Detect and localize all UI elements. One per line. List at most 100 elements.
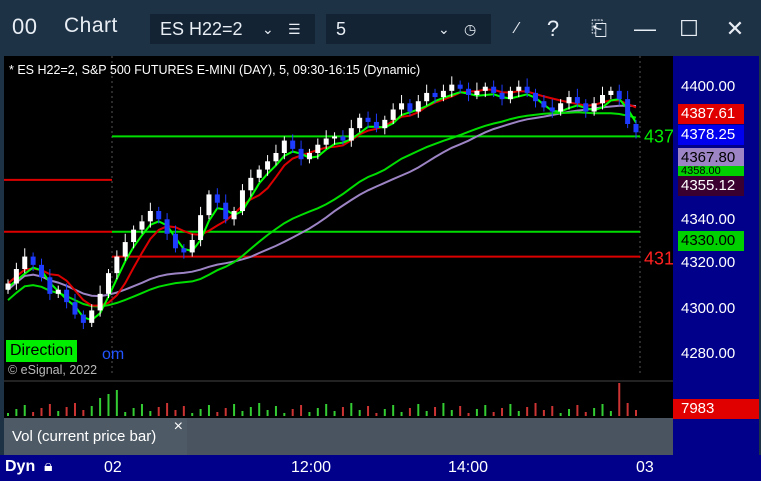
candle-body (13, 269, 19, 284)
volume-bar (48, 404, 51, 416)
volume-bar (15, 409, 18, 416)
price-axis[interactable]: 4400.00 4340.00 4320.00 4300.00 4280.00 … (673, 56, 759, 455)
volume-bar (584, 412, 587, 416)
candle-body (440, 90, 446, 98)
volume-bar (82, 410, 85, 416)
candle-body (365, 117, 371, 122)
list-icon[interactable]: ☰ (288, 14, 301, 44)
volume-bar (434, 407, 437, 416)
candle-body (38, 264, 44, 278)
candle-body (181, 248, 187, 253)
volume-bar (191, 413, 194, 416)
candle-body (558, 103, 564, 112)
draw-icon[interactable]: ∕ (500, 14, 534, 44)
candle-body (474, 90, 480, 95)
candle-body (306, 153, 312, 160)
volume-bar (576, 405, 579, 416)
volume-bar (618, 383, 621, 416)
chart-area[interactable]: 437 431 * ES H22=2, S&P 500 FUTURES E-MIN… (4, 56, 759, 455)
volume-bar (23, 405, 26, 416)
price-tag-red: 4387.61 (678, 104, 744, 124)
candle-body (147, 211, 153, 222)
volume-bar (224, 408, 227, 416)
ma-green-slow-line (7, 111, 637, 308)
volume-bar (107, 394, 110, 416)
candle-body (415, 101, 421, 112)
volume-bar (559, 413, 562, 416)
candle-body (239, 190, 245, 211)
candle-body (131, 229, 137, 243)
candle-body (114, 256, 120, 274)
time-axis[interactable]: Dyn 🔒︎ 02 12:00 14:00 03 (0, 455, 761, 481)
volume-bar (291, 409, 294, 416)
candle-body (105, 273, 111, 294)
symbol-value: ES H22=2 (160, 19, 243, 39)
candle-body (625, 99, 631, 124)
axis-tick: 4340.00 (681, 211, 736, 228)
candle-body (89, 310, 95, 323)
volume-bar (308, 412, 311, 416)
price-tag-last: 4378.25 (678, 125, 744, 145)
volume-bar (425, 411, 428, 416)
volume-value-tag: 7983 (673, 399, 759, 419)
candle-body (373, 121, 379, 129)
candle-body (633, 124, 639, 133)
volume-bar (526, 407, 529, 416)
candle-body (466, 88, 472, 95)
candle-body (407, 103, 413, 112)
clock-icon[interactable]: ◷ (464, 14, 476, 44)
lock-icon[interactable]: 🔒︎ (44, 458, 53, 476)
candle-body (541, 101, 547, 108)
interval-select[interactable]: 5 ⌄ ◷ (326, 14, 491, 44)
minimize-icon[interactable]: — (628, 14, 662, 44)
time-label: 14:00 (448, 459, 489, 476)
candle-body (122, 242, 128, 257)
close-icon[interactable]: ✕ (718, 14, 752, 44)
candle-body (482, 86, 488, 91)
volume-bar (32, 412, 35, 416)
volume-bar (73, 403, 76, 416)
volume-bar (350, 403, 353, 416)
candle-body (231, 211, 237, 220)
volume-bar (408, 408, 411, 416)
candle-body (298, 148, 304, 160)
maximize-icon[interactable]: ☐ (672, 14, 706, 44)
volume-bar (57, 411, 60, 416)
candle-body (164, 219, 170, 234)
volume-bar (99, 398, 102, 416)
volume-bar (249, 407, 252, 416)
candle-body (566, 97, 572, 104)
direction-label[interactable]: Direction (6, 340, 78, 362)
dynamic-mode-label[interactable]: Dyn (5, 458, 35, 476)
volume-bar (216, 412, 219, 416)
candle-body (265, 161, 271, 170)
volume-bar (132, 408, 135, 416)
candle-body (47, 277, 53, 294)
symbol-select[interactable]: ES H22=2 ⌄ ☰ (150, 14, 315, 44)
candle-body (139, 221, 145, 230)
volume-bar (166, 403, 169, 416)
axis-tick: 4400.00 (681, 78, 736, 95)
volume-bar (199, 409, 202, 416)
direction-link[interactable]: om (102, 346, 124, 364)
candle-body (223, 202, 229, 220)
volume-axis (673, 419, 759, 455)
price-chart[interactable]: 437 431 (4, 56, 673, 455)
close-icon[interactable]: × (174, 418, 183, 436)
candle-body (332, 136, 338, 139)
volume-bar (300, 405, 303, 416)
volume-bar (442, 403, 445, 416)
title-bar: 00 Chart ES H22=2 ⌄ ☰ 5 ⌄ ◷ ∕ ? ⎗ — ☐ ✕ (0, 0, 761, 56)
candle-body (348, 128, 354, 141)
candle-body (549, 107, 555, 112)
ma-red-line (7, 88, 637, 307)
copyright-text: © eSignal, 2022 (8, 363, 98, 377)
candle-body (72, 302, 78, 315)
volume-bar (417, 404, 420, 416)
volume-bar (325, 404, 328, 416)
template-icon[interactable]: ⎗ (582, 14, 616, 44)
candle-body (290, 140, 296, 149)
help-icon[interactable]: ? (536, 14, 570, 44)
candle-body (273, 153, 279, 162)
candle-body (524, 86, 530, 93)
